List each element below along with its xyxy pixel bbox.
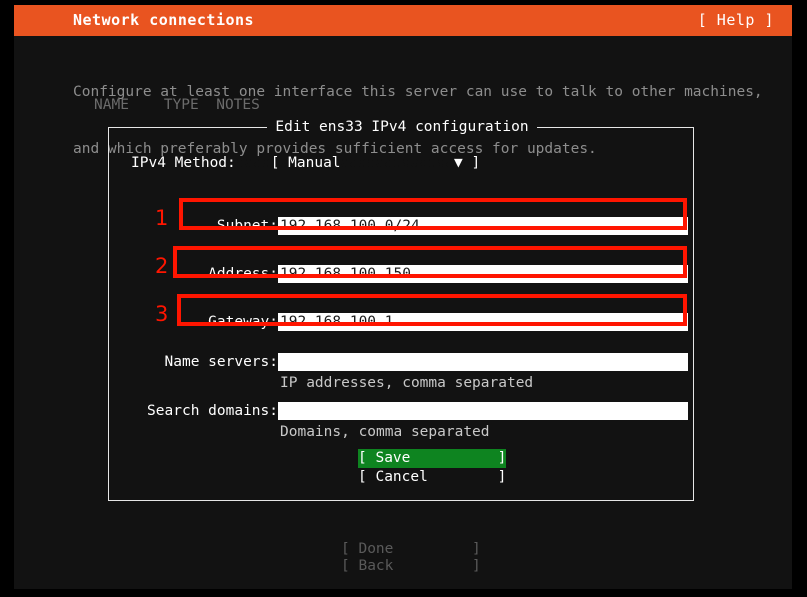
page-title: Network connections xyxy=(73,5,254,36)
field-row-gateway: Gateway: 192.168.100.1 xyxy=(109,311,695,333)
ipv4-method-label: IPv4 Method: xyxy=(131,155,236,171)
name-servers-hint: IP addresses, comma separated xyxy=(280,373,533,393)
address-input[interactable]: 192.168.100.150 xyxy=(278,265,688,283)
edit-ipv4-configuration-dialog: Edit ens33 IPv4 configuration IPv4 Metho… xyxy=(108,127,694,501)
save-button[interactable]: [ Save ] xyxy=(358,449,506,468)
connection-list-column-headers: NAME TYPE NOTES xyxy=(94,97,260,113)
terminal-screen: Network connections [ Help ] Configure a… xyxy=(14,5,792,589)
address-label: Address: xyxy=(120,263,278,285)
ipv4-method-select[interactable]: Manual xyxy=(288,155,340,171)
ipv4-method-close-bracket: ] xyxy=(472,155,481,171)
cancel-button[interactable]: [ Cancel ] xyxy=(358,468,506,487)
done-button[interactable]: [ Done ] xyxy=(341,541,481,558)
annotation-number-1: 1 xyxy=(155,208,168,229)
name-servers-label: Name servers: xyxy=(120,351,278,373)
chevron-down-icon[interactable]: ▼ xyxy=(454,155,463,171)
annotation-number-2: 2 xyxy=(155,256,168,277)
field-row-subnet: Subnet: 192.168.100.0/24 xyxy=(109,215,695,237)
back-button[interactable]: [ Back ] xyxy=(341,558,481,575)
dialog-body: IPv4 Method:aaaa[aManualaaaaaaaaaaaaa▼a]… xyxy=(109,128,695,502)
ipv4-method-row: IPv4 Method:aaaa[aManualaaaaaaaaaaaaa▼a] xyxy=(131,155,480,171)
subnet-label: Subnet: xyxy=(120,215,278,237)
app-header: Network connections [ Help ] xyxy=(14,5,792,36)
field-row-search-domains: Search domains: xyxy=(109,400,695,422)
subnet-input[interactable]: 192.168.100.0/24 xyxy=(278,217,688,235)
annotation-number-3: 3 xyxy=(155,304,168,325)
field-row-address: Address: 192.168.100.150 xyxy=(109,263,695,285)
gateway-label: Gateway: xyxy=(120,311,278,333)
help-button[interactable]: [ Help ] xyxy=(698,5,774,36)
gateway-input[interactable]: 192.168.100.1 xyxy=(278,313,688,331)
search-domains-hint: Domains, comma separated xyxy=(280,422,490,442)
search-domains-label: Search domains: xyxy=(120,400,278,422)
search-domains-input[interactable] xyxy=(278,402,688,420)
field-row-name-servers: Name servers: xyxy=(109,351,695,373)
name-servers-input[interactable] xyxy=(278,353,688,371)
